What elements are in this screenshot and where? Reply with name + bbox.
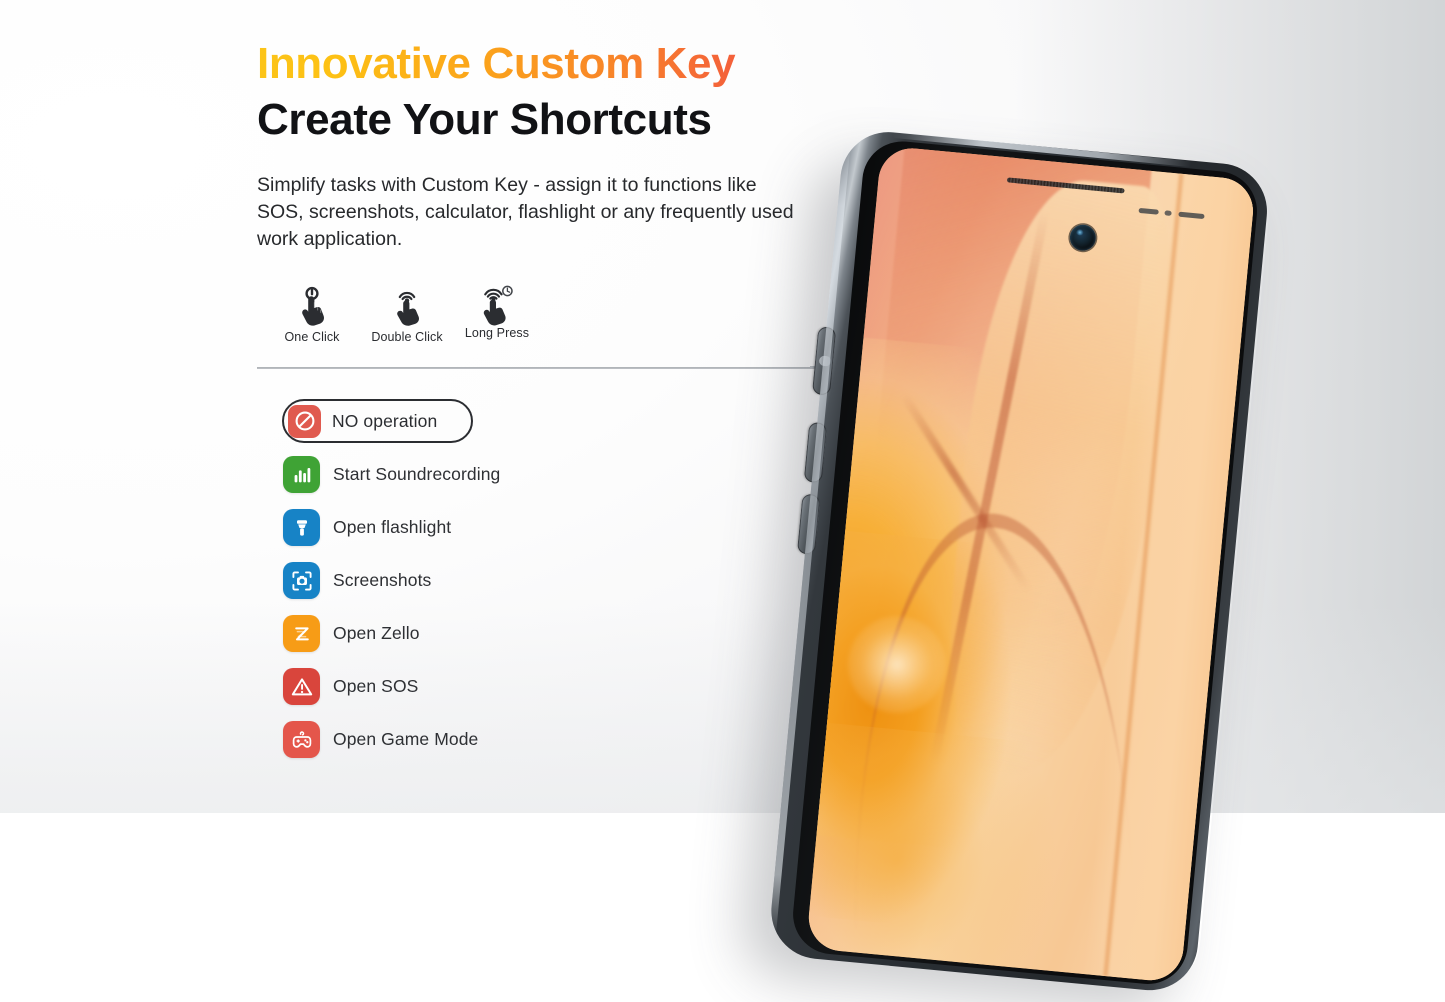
gesture-label: One Click	[284, 330, 340, 344]
option-label: NO operation	[332, 410, 438, 431]
shortcut-option-list: NO operation Start Soundrecording Open f…	[282, 399, 743, 774]
option-open-sos[interactable]: Open SOS	[283, 668, 743, 705]
option-label: Open SOS	[333, 676, 419, 696]
long-press-hand-clock-icon	[454, 282, 540, 326]
option-label: Start Soundrecording	[333, 464, 501, 484]
description-paragraph: Simplify tasks with Custom Key - assign …	[257, 174, 794, 250]
page-title: Create Your Shortcuts	[257, 95, 712, 144]
gamepad-icon	[283, 721, 320, 758]
option-label: Open flashlight	[333, 517, 452, 537]
light-sensor	[1164, 210, 1172, 216]
zello-z-icon	[283, 615, 320, 652]
option-start-soundrecording[interactable]: Start Soundrecording	[283, 456, 743, 493]
flashlight-icon	[283, 509, 320, 546]
option-no-operation[interactable]: NO operation	[282, 399, 473, 443]
option-open-game-mode[interactable]: Open Game Mode	[283, 721, 743, 758]
horizontal-divider	[257, 367, 817, 369]
gesture-one-click: One Click	[272, 286, 352, 346]
gesture-label: Long Press	[464, 326, 530, 340]
option-screenshots[interactable]: Screenshots	[283, 562, 743, 599]
promo-stage: Innovative Custom Key Create Your Shortc…	[0, 0, 1445, 995]
gesture-label: Double Click	[371, 330, 443, 344]
abstract-orange-silk-wallpaper	[805, 145, 1257, 984]
double-click-hand-icon	[360, 286, 454, 328]
phone-mockup	[720, 68, 1360, 997]
prohibition-icon	[288, 404, 321, 438]
warning-triangle-icon	[283, 668, 320, 705]
option-label: Open Game Mode	[333, 729, 479, 749]
headline-accent: Innovative Custom Key	[257, 38, 797, 90]
one-click-hand-icon	[272, 286, 352, 328]
option-label: Open Zello	[333, 623, 420, 643]
option-open-zello[interactable]: Open Zello	[283, 615, 743, 652]
gesture-double-click: Double Click	[360, 286, 454, 346]
screenshot-icon	[283, 562, 320, 599]
option-open-flashlight[interactable]: Open flashlight	[283, 509, 743, 546]
camera-lens-glint	[1076, 229, 1084, 236]
copy-block: Innovative Custom Key Create Your Shortc…	[257, 38, 797, 253]
gesture-long-press: Long Press	[454, 282, 540, 342]
sound-bars-icon	[283, 456, 320, 493]
phone-screen[interactable]	[805, 145, 1257, 984]
option-label: Screenshots	[333, 570, 432, 590]
gesture-legend: One Click Double Click Long Press	[272, 284, 542, 354]
